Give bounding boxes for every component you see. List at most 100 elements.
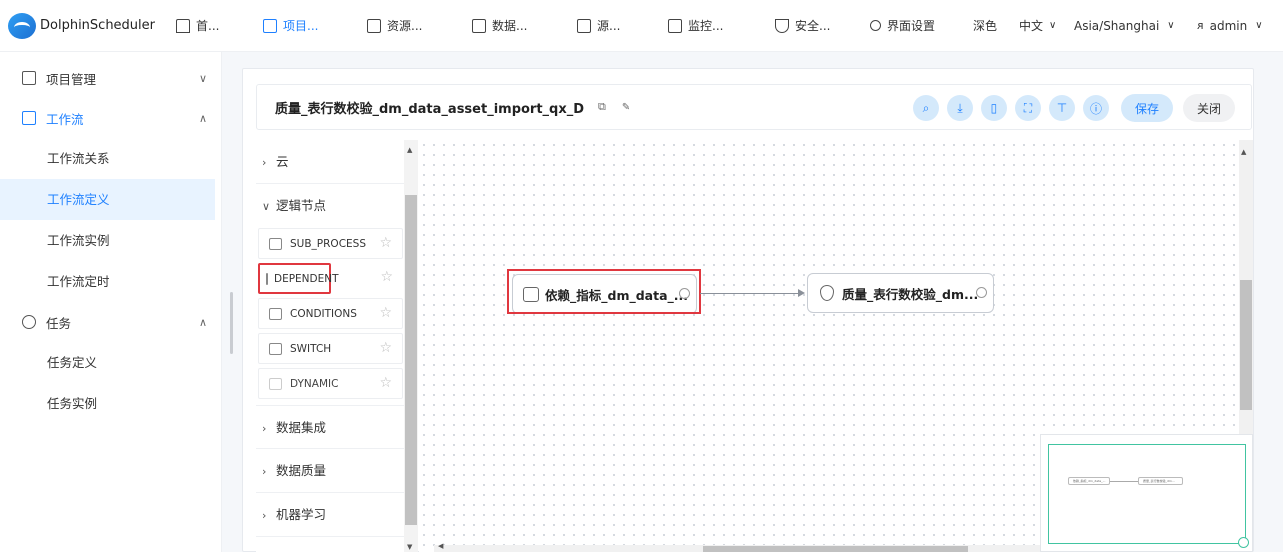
delete-icon[interactable]: ▯ bbox=[980, 95, 1007, 121]
chevron-down-icon: ∨ bbox=[1167, 20, 1175, 31]
nav-data-quality[interactable]: 数据... bbox=[472, 0, 577, 51]
chevron-up-icon: ∧ bbox=[198, 315, 207, 329]
canvas-horizontal-thumb[interactable] bbox=[703, 546, 968, 552]
download-icon[interactable]: ⤓ bbox=[946, 95, 973, 121]
star-icon[interactable]: ☆ bbox=[379, 305, 392, 321]
minimap-viewport[interactable] bbox=[1048, 444, 1246, 544]
palette-node-sub-process[interactable]: SUB_PROCESS ☆ bbox=[258, 228, 403, 259]
timezone-select[interactable]: Asia/Shanghai ∨ bbox=[1074, 0, 1197, 51]
dependent-highlight: DEPENDENT bbox=[258, 263, 339, 294]
sidebar-item-workflow-instance[interactable]: 工作流实例 bbox=[0, 220, 221, 261]
scroll-up-icon[interactable]: ▲ bbox=[407, 146, 412, 154]
scroll-left-icon[interactable]: ◀ bbox=[438, 542, 443, 550]
theme-toggle[interactable]: 深色 bbox=[973, 0, 1019, 51]
sidebar-group-workflow[interactable]: 工作流 ∧ bbox=[0, 98, 221, 138]
sidebar-item-workflow-timing[interactable]: 工作流定时 bbox=[0, 261, 221, 302]
minimap-resize-handle[interactable] bbox=[1238, 537, 1249, 548]
category-data-quality[interactable]: › 数据质量 bbox=[256, 449, 404, 493]
chevron-up-icon: ∧ bbox=[198, 111, 207, 125]
folder-icon bbox=[367, 18, 381, 33]
palette-node-conditions[interactable]: CONDITIONS ☆ bbox=[258, 298, 403, 329]
shield-icon bbox=[775, 18, 789, 33]
workflow-toolbar: 质量_表行数校验_dm_data_asset_import_qx_D ⧉ ✎ ⌕… bbox=[256, 84, 1252, 130]
switch-icon bbox=[269, 342, 282, 355]
app-name: DolphinScheduler bbox=[40, 18, 156, 33]
sidebar-scrollbar[interactable] bbox=[230, 292, 233, 354]
palette-node-dynamic[interactable]: DYNAMIC ☆ bbox=[258, 368, 403, 399]
star-icon[interactable]: ☆ bbox=[379, 340, 392, 356]
status-icon bbox=[976, 287, 987, 298]
arrow-head-icon bbox=[798, 289, 805, 297]
chevron-right-icon: › bbox=[262, 422, 267, 435]
dynamic-icon bbox=[269, 377, 282, 390]
data-quality-icon bbox=[820, 285, 834, 301]
home-icon bbox=[176, 18, 190, 33]
project-icon bbox=[263, 18, 277, 33]
category-cloud[interactable]: › 云 bbox=[256, 140, 404, 184]
nav-datasource[interactable]: 源... bbox=[577, 0, 668, 51]
sidebar-item-task-definition[interactable]: 任务定义 bbox=[0, 342, 221, 383]
gear-icon bbox=[870, 20, 881, 31]
dag-edge[interactable] bbox=[700, 293, 800, 294]
logo-icon bbox=[8, 12, 36, 39]
app-logo[interactable]: DolphinScheduler bbox=[8, 12, 168, 39]
scroll-up-icon[interactable]: ▲ bbox=[1241, 148, 1246, 156]
palette-node-switch[interactable]: SWITCH ☆ bbox=[258, 333, 403, 364]
dag-node-data-quality[interactable]: 质量_表行数校验_dm... bbox=[807, 273, 994, 313]
nav-resource[interactable]: 资源... bbox=[367, 0, 472, 51]
chevron-right-icon: › bbox=[262, 509, 267, 522]
user-icon: ᴙ bbox=[1197, 19, 1204, 32]
nav-monitor[interactable]: 监控... bbox=[668, 0, 775, 51]
copy-icon[interactable]: ⧉ bbox=[598, 100, 606, 114]
project-mgmt-icon bbox=[22, 71, 36, 85]
conditions-icon bbox=[269, 307, 282, 320]
sidebar-item-task-instance[interactable]: 任务实例 bbox=[0, 383, 221, 424]
edit-name-icon[interactable]: ✎ bbox=[622, 102, 630, 113]
toolbar-actions: ⌕ ⤓ ▯ ⛶ ⊤ ⓘ 保存 关闭 bbox=[905, 94, 1235, 122]
sidebar-item-workflow-relation[interactable]: 工作流关系 bbox=[0, 138, 221, 179]
sidebar-group-project-mgmt[interactable]: 项目管理 ∨ bbox=[0, 58, 221, 98]
language-select[interactable]: 中文 ∨ bbox=[1019, 0, 1074, 51]
dependent-icon bbox=[266, 272, 268, 285]
chevron-down-icon: ∨ bbox=[1049, 20, 1057, 31]
nav-security[interactable]: 安全... bbox=[775, 0, 870, 51]
nav-project[interactable]: 项目... bbox=[263, 0, 367, 51]
chevron-right-icon: › bbox=[262, 156, 267, 169]
star-icon[interactable]: ☆ bbox=[380, 269, 393, 285]
task-palette: › 云 ∨ 逻辑节点 SUB_PROCESS ☆ DEPENDENT ☆ CONDI… bbox=[256, 140, 404, 552]
palette-scroll-thumb[interactable] bbox=[405, 195, 417, 525]
document-icon bbox=[472, 18, 486, 33]
chevron-down-icon: ∨ bbox=[198, 71, 207, 85]
datasource-icon bbox=[577, 18, 591, 33]
node-highlight-box bbox=[507, 269, 701, 314]
canvas-vertical-thumb[interactable] bbox=[1240, 280, 1252, 410]
save-button[interactable]: 保存 bbox=[1120, 94, 1173, 122]
palette-node-dependent[interactable]: DEPENDENT ☆ bbox=[258, 263, 403, 294]
star-icon[interactable]: ☆ bbox=[379, 375, 392, 391]
search-icon[interactable]: ⌕ bbox=[912, 95, 939, 121]
nav-ui-settings[interactable]: 界面设置 bbox=[870, 0, 973, 51]
workflow-icon bbox=[22, 111, 36, 125]
star-icon[interactable]: ☆ bbox=[379, 235, 392, 251]
sub-process-icon bbox=[269, 237, 282, 250]
monitor-icon bbox=[668, 18, 682, 33]
sidebar: 项目管理 ∨ 工作流 ∧ 工作流关系 工作流定义 工作流实例 工作流定时 任务 … bbox=[0, 52, 222, 552]
info-icon[interactable]: ⓘ bbox=[1082, 95, 1109, 121]
category-logic[interactable]: ∨ 逻辑节点 bbox=[256, 184, 404, 228]
scroll-down-icon[interactable]: ▼ bbox=[407, 543, 412, 551]
category-ml[interactable]: › 机器学习 bbox=[256, 493, 404, 537]
top-navbar: DolphinScheduler 首... 项目... 资源... 数据... … bbox=[0, 0, 1283, 52]
workflow-title: 质量_表行数校验_dm_data_asset_import_qx_D bbox=[275, 101, 585, 117]
gear-icon bbox=[22, 315, 36, 329]
nav-home[interactable]: 首... bbox=[176, 0, 263, 51]
format-icon[interactable]: ⊤ bbox=[1048, 95, 1075, 121]
chevron-right-icon: › bbox=[262, 465, 267, 478]
chevron-down-icon: ∨ bbox=[262, 200, 271, 213]
category-data-integration[interactable]: › 数据集成 bbox=[256, 405, 404, 449]
close-button[interactable]: 关闭 bbox=[1182, 94, 1235, 122]
sidebar-group-task[interactable]: 任务 ∧ bbox=[0, 302, 221, 342]
main-nav: 首... 项目... 资源... 数据... 源... 监控... 安全... … bbox=[168, 0, 1277, 51]
fullscreen-icon[interactable]: ⛶ bbox=[1014, 95, 1041, 121]
sidebar-item-workflow-definition[interactable]: 工作流定义 bbox=[0, 179, 215, 220]
user-menu[interactable]: ᴙ admin ∨ bbox=[1197, 0, 1277, 51]
